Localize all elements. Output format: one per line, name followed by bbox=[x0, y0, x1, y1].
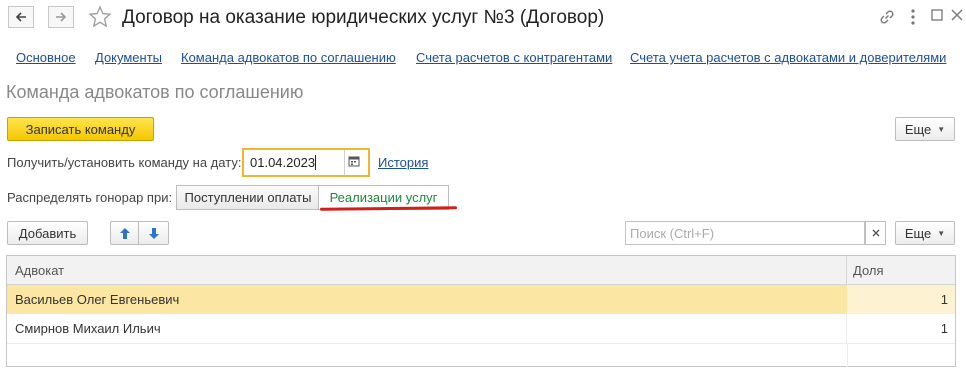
dropdown-arrow-icon: ▼ bbox=[937, 124, 946, 134]
selected-underline bbox=[319, 206, 458, 211]
back-button[interactable] bbox=[8, 6, 34, 28]
nav-link-documents[interactable]: Документы bbox=[95, 50, 162, 65]
cell-lawyer: Васильев Олег Евгеньевич bbox=[7, 285, 847, 314]
column-header-lawyer[interactable]: Адвокат bbox=[7, 256, 847, 285]
save-team-button[interactable]: Записать команду bbox=[7, 117, 154, 141]
date-divider bbox=[344, 150, 345, 175]
window-title: Договор на оказание юридических услуг №3… bbox=[122, 7, 605, 28]
maximize-icon[interactable] bbox=[930, 8, 944, 25]
move-down-button[interactable] bbox=[138, 221, 169, 245]
link-icon[interactable] bbox=[878, 8, 896, 29]
search-clear-button[interactable] bbox=[865, 221, 886, 245]
more-button-top[interactable]: Еще ▼ bbox=[895, 117, 955, 141]
section-title: Команда адвокатов по соглашению bbox=[6, 82, 304, 102]
add-button[interactable]: Добавить bbox=[7, 221, 88, 245]
date-field[interactable]: 01.04.2023 bbox=[242, 148, 370, 177]
clear-icon bbox=[872, 229, 879, 237]
cell-lawyer: Смирнов Михаил Ильич bbox=[7, 314, 847, 343]
table-row[interactable]: Смирнов Михаил Ильич 1 bbox=[7, 314, 955, 344]
move-up-button[interactable] bbox=[110, 221, 138, 245]
text-caret bbox=[315, 155, 316, 170]
more-button-label: Еще bbox=[904, 121, 932, 137]
cell-share: 1 bbox=[940, 321, 948, 336]
date-label: Получить/установить команду на дату: bbox=[7, 155, 242, 170]
nav-link-lawyer-team[interactable]: Команда адвокатов по соглашению bbox=[181, 50, 396, 65]
toggle-on-payment[interactable]: Поступлении оплаты bbox=[176, 185, 319, 210]
nav-link-settlement-accounts[interactable]: Счета учета расчетов с адвокатами и дове… bbox=[630, 50, 946, 65]
calendar-icon[interactable] bbox=[348, 155, 360, 170]
close-icon[interactable] bbox=[950, 8, 964, 25]
column-divider bbox=[847, 343, 848, 367]
more-vertical-icon[interactable] bbox=[906, 8, 920, 29]
date-value: 01.04.2023 bbox=[250, 155, 316, 170]
arrow-down-icon bbox=[148, 227, 159, 239]
more-button-table-label: Еще bbox=[904, 225, 932, 241]
history-link[interactable]: История bbox=[378, 155, 428, 170]
arrow-up-icon bbox=[119, 227, 130, 239]
arrow-right-icon bbox=[56, 12, 67, 22]
forward-button[interactable] bbox=[48, 6, 74, 28]
table-row[interactable]: Васильев Олег Евгеньевич 1 bbox=[7, 285, 955, 314]
distribute-label: Распределять гонорар при: bbox=[7, 190, 173, 205]
nav-link-main[interactable]: Основное bbox=[16, 50, 76, 65]
nav-link-counterparty-accounts[interactable]: Счета расчетов с контрагентами bbox=[416, 50, 612, 65]
search-input[interactable]: Поиск (Ctrl+F) bbox=[625, 221, 865, 245]
more-button-table[interactable]: Еще ▼ bbox=[895, 221, 955, 245]
arrow-left-icon bbox=[15, 12, 26, 22]
cell-share: 1 bbox=[847, 285, 955, 314]
lawyer-table: Адвокат Доля Васильев Олег Евгеньевич 1 … bbox=[6, 255, 956, 367]
column-header-share[interactable]: Доля bbox=[847, 256, 955, 285]
dropdown-arrow-icon: ▼ bbox=[937, 228, 946, 238]
favorite-star-icon[interactable] bbox=[88, 5, 112, 32]
